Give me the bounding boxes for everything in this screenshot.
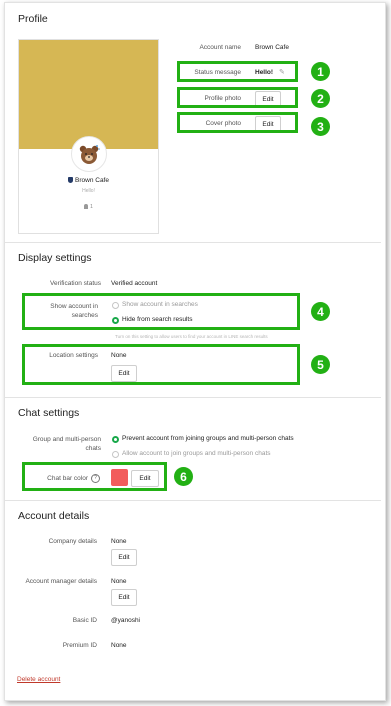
basic-id-label: Basic ID (72, 617, 97, 624)
profile-section-title: Profile (18, 13, 48, 25)
callout-badge-5: 5 (311, 355, 330, 374)
company-details-value: None (111, 538, 127, 545)
verified-badge-row: Brown Cafe (19, 177, 158, 184)
cover-photo (19, 40, 158, 149)
chat-settings-title: Chat settings (18, 407, 80, 419)
friends-count: 1 (90, 204, 93, 210)
callout-badge-6: 6 (174, 467, 193, 486)
verification-status-label: Verification status (50, 280, 101, 287)
divider (5, 500, 381, 501)
callout-box-2 (177, 87, 298, 108)
radio-allow-groups[interactable] (112, 451, 119, 458)
account-details-title: Account details (18, 510, 90, 522)
callout-box-5 (22, 344, 300, 385)
option-allow-groups[interactable]: Allow account to join groups and multi-p… (122, 450, 271, 457)
profile-avatar (71, 136, 107, 172)
account-name-label: Account name (199, 44, 241, 51)
company-details-edit-button[interactable]: Edit (111, 549, 137, 566)
group-chats-label: Group and multi-person chats (32, 436, 101, 452)
verification-status-value: Verified account (111, 280, 158, 287)
company-details-label: Company details (48, 538, 97, 545)
profile-preview-card: Brown Cafe Hello! 1 (18, 39, 159, 234)
account-manager-value: None (111, 578, 127, 585)
callout-badge-1: 1 (311, 62, 330, 81)
callout-box-3 (177, 112, 298, 133)
callout-badge-4: 4 (311, 302, 330, 321)
friends-count-row: 1 (19, 204, 158, 210)
brown-bear-icon (79, 145, 100, 164)
person-icon (84, 204, 89, 210)
premium-id-value: None (111, 642, 127, 649)
divider (5, 397, 381, 398)
callout-badge-2: 2 (311, 89, 330, 108)
account-manager-edit-button[interactable]: Edit (111, 589, 137, 606)
profile-status-preview: Hello! (82, 188, 95, 194)
display-settings-title: Display settings (18, 252, 92, 264)
delete-account-link[interactable]: Delete account (17, 676, 60, 683)
verified-shield-icon (68, 177, 74, 184)
divider (5, 242, 381, 243)
callout-box-4 (22, 293, 300, 330)
radio-prevent-groups[interactable] (112, 436, 119, 443)
search-option-hint: Turn on this setting to allow users to f… (115, 334, 268, 339)
callout-box-6 (22, 462, 167, 491)
account-name-value: Brown Cafe (255, 44, 289, 51)
basic-id-value: @yanoshi (111, 617, 141, 624)
premium-id-label: Premium ID (62, 642, 97, 649)
profile-display-name: Brown Cafe (75, 177, 109, 184)
callout-box-1 (177, 61, 298, 82)
account-manager-label: Account manager details (25, 578, 97, 585)
option-prevent-groups[interactable]: Prevent account from joining groups and … (122, 435, 294, 442)
callout-badge-3: 3 (311, 117, 330, 136)
